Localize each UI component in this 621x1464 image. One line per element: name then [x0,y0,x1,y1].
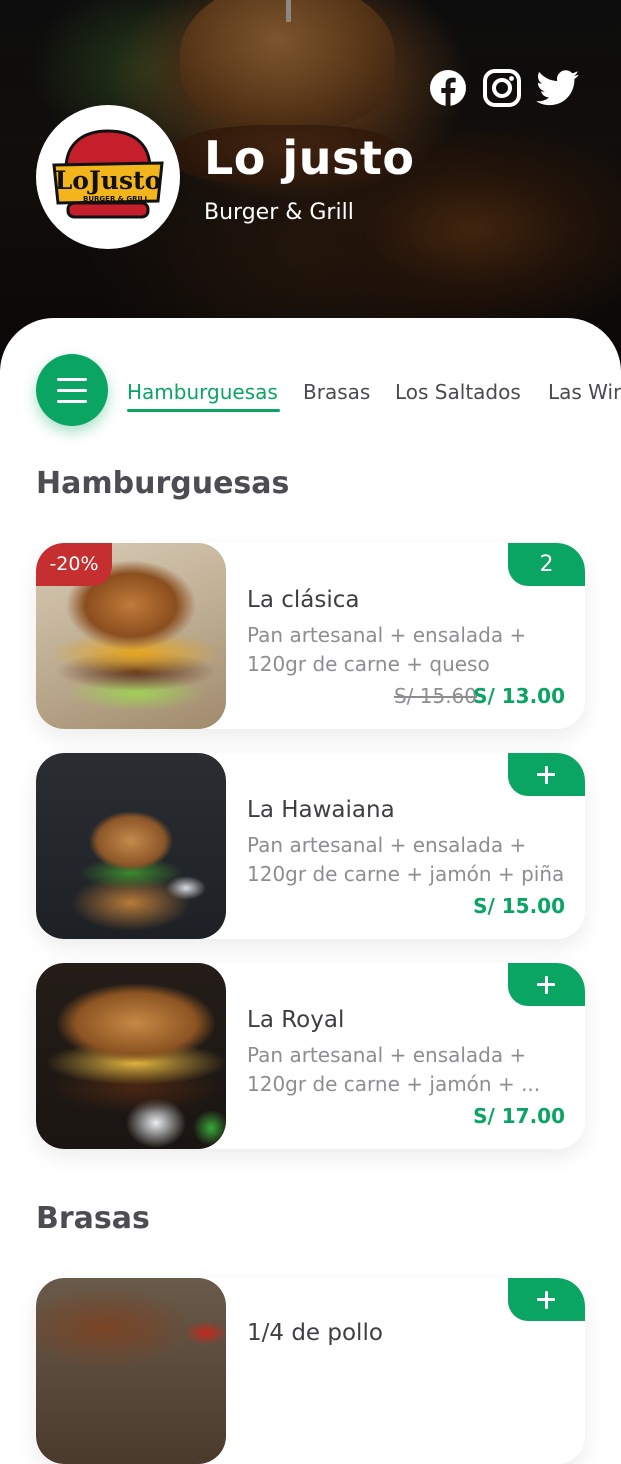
section-title-hamburguesas: Hamburguesas [36,466,290,501]
active-tab-indicator [127,409,280,412]
instagram-icon[interactable] [482,68,522,108]
quantity-badge[interactable]: 2 [508,543,585,586]
restaurant-tagline: Burger & Grill [204,200,354,225]
item-price: S/ 15.00 [473,894,565,918]
item-description: Pan artesanal + ensalada + 120gr de carn… [247,623,527,676]
tab-hamburguesas[interactable]: Hamburguesas [127,380,278,404]
burger-image [36,753,226,939]
item-price: S/ 13.00 [473,684,565,708]
category-tabs: Hamburguesas Brasas Los Saltados Las Win… [0,370,621,420]
item-name: La Royal [247,1007,345,1033]
menu-item-card[interactable]: La Royal Pan artesanal + ensalada + 120g… [36,963,585,1149]
section-title-brasas: Brasas [36,1201,150,1236]
add-to-cart-button[interactable] [508,753,585,796]
item-name: La Hawaiana [247,797,395,823]
discount-badge: -20% [36,543,112,586]
item-old-price: S/ 15.60 [393,684,477,708]
chicken-image [36,1278,226,1464]
tab-las-wings[interactable]: Las Wings [548,380,621,404]
add-to-cart-button[interactable] [508,1278,585,1321]
restaurant-logo: LoJusto BURGER & GRILL [36,105,180,249]
item-description: Pan artesanal + ensalada + 120gr de carn… [247,833,565,886]
menu-item-card[interactable]: 1/4 de pollo [36,1278,585,1464]
add-to-cart-button[interactable] [508,963,585,1006]
logo-subtext: BURGER & GRILL [83,195,150,203]
menu-item-card[interactable]: La Hawaiana Pan artesanal + ensalada + 1… [36,753,585,939]
item-description: Pan artesanal + ensalada + 120gr de carn… [247,1043,541,1096]
facebook-icon[interactable] [428,68,468,108]
logo-text: LoJusto [55,166,162,195]
twitter-icon[interactable] [536,68,580,108]
menu-item-card[interactable]: -20% 2 La clásica Pan artesanal + ensala… [36,543,585,729]
burger-image [36,963,226,1149]
item-name: 1/4 de pollo [247,1320,383,1346]
restaurant-name: Lo justo [204,131,415,185]
tab-los-saltados[interactable]: Los Saltados [395,380,521,404]
item-price: S/ 17.00 [473,1104,565,1128]
tab-brasas[interactable]: Brasas [303,380,370,404]
item-name: La clásica [247,587,360,613]
